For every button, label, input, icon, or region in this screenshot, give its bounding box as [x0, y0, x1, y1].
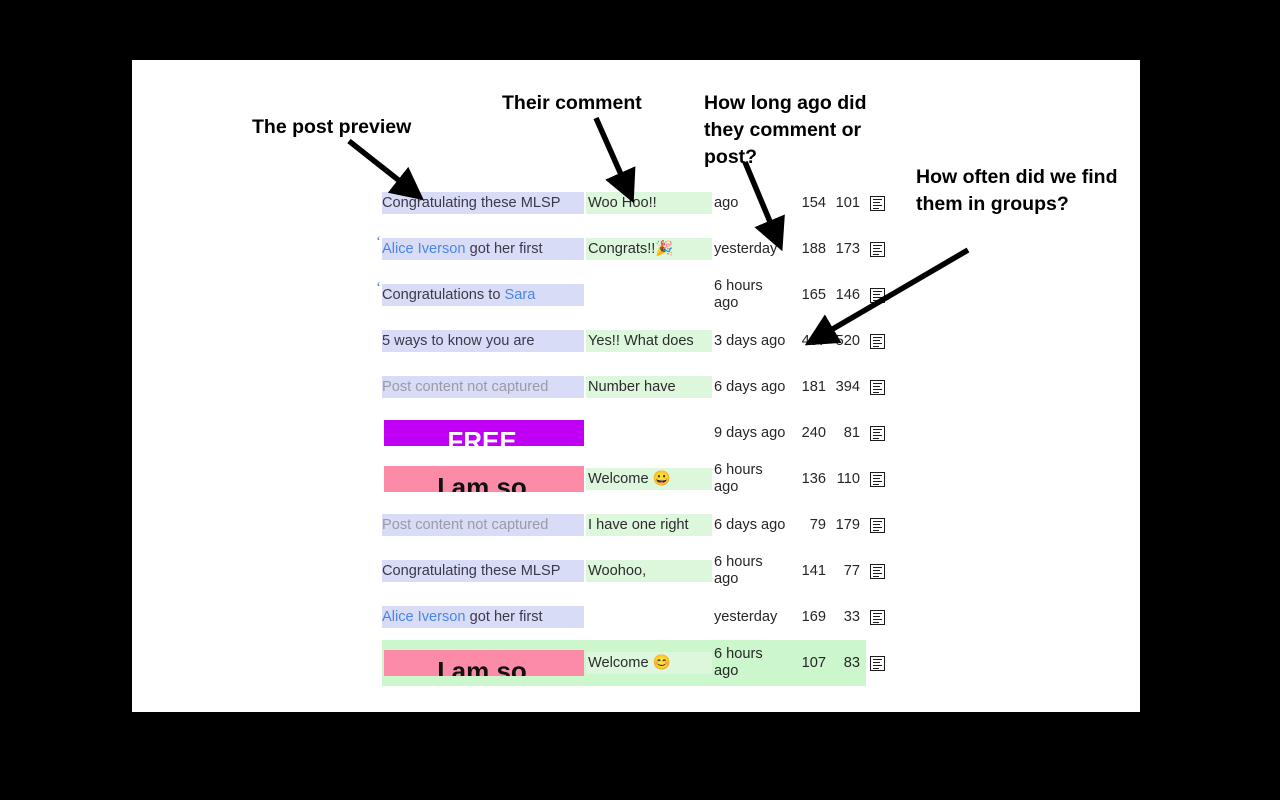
comment-cell[interactable]: [586, 284, 712, 306]
document-list-icon[interactable]: [870, 287, 885, 303]
count-groups-cell: 173: [835, 241, 860, 257]
time-ago-cell: 3 days ago: [714, 332, 786, 349]
post-thumbnail-text: FREE: [447, 428, 517, 446]
comment-cell[interactable]: Woo Hoo!!: [586, 192, 712, 214]
row-marker: ‘: [376, 234, 381, 250]
time-ago-cell: 6 days ago: [714, 378, 786, 395]
count-groups-cell: 520: [835, 333, 860, 349]
document-list-icon[interactable]: [870, 517, 885, 533]
document-card: Congratulating these MLSP Woo Hoo!! ago 154…: [132, 60, 1140, 712]
person-name-link[interactable]: Alice Iverson: [382, 241, 466, 257]
count-groups-cell: 33: [843, 609, 860, 625]
row-marker: ‘: [376, 280, 381, 296]
document-list-icon[interactable]: [870, 379, 885, 395]
count-primary-cell: 107: [801, 655, 826, 671]
post-preview-cell[interactable]: Congratulating these MLSP: [382, 560, 584, 582]
count-groups-cell: 179: [835, 517, 860, 533]
table-row[interactable]: I am so Welcome 😊 6 hours ago 107 83: [382, 640, 885, 686]
count-primary-cell: 79: [809, 517, 826, 533]
count-primary-cell: 188: [801, 241, 826, 257]
time-ago-cell: 9 days ago: [714, 424, 786, 441]
document-list-icon[interactable]: [870, 333, 885, 349]
count-groups-cell: 394: [835, 379, 860, 395]
table-row[interactable]: Congratulating these MLSP Woohoo, 6 hours …: [382, 548, 885, 594]
table-row[interactable]: I am so Welcome 😀 6 hours ago 136 110: [382, 456, 885, 502]
post-preview-placeholder[interactable]: Post content not captured: [382, 514, 584, 536]
table-row[interactable]: FREE 9 days ago 240 81: [382, 410, 885, 456]
post-preview-cell[interactable]: FREE: [382, 420, 584, 446]
comment-cell[interactable]: Congrats!!🎉: [586, 238, 712, 260]
table-row[interactable]: Alice Iverson got her first yesterday 169 3…: [382, 594, 885, 640]
count-primary-cell: 165: [801, 287, 826, 303]
time-ago-cell: 6 hours ago: [714, 462, 763, 495]
count-primary-cell: 169: [801, 609, 826, 625]
time-ago-cell: 6 hours ago: [714, 554, 763, 587]
count-groups-cell: 81: [843, 425, 860, 441]
time-ago-cell: yesterday: [714, 608, 778, 625]
count-primary-cell: 154: [801, 195, 826, 211]
count-primary-cell: 181: [801, 379, 826, 395]
comment-cell[interactable]: Yes!! What does: [586, 330, 712, 352]
results-table[interactable]: Congratulating these MLSP Woo Hoo!! ago 154…: [376, 180, 885, 686]
post-thumbnail-text: I am so: [437, 474, 527, 492]
count-groups-cell: 77: [843, 563, 860, 579]
table-row[interactable]: Post content not captured I have one righ…: [382, 502, 885, 548]
table-row[interactable]: ‘Alice Iverson got her first Congrats!!🎉 y…: [376, 226, 885, 272]
document-list-icon[interactable]: [870, 563, 885, 579]
annotation-their-comment: Their comment: [502, 92, 642, 114]
comment-cell[interactable]: Woohoo,: [586, 560, 712, 582]
post-preview-cell[interactable]: I am so: [382, 650, 584, 676]
screenshot-root: Congratulating these MLSP Woo Hoo!! ago 154…: [0, 0, 1280, 800]
count-groups-cell: 110: [836, 471, 860, 487]
annotation-how-often: How often did we find them in groups?: [916, 166, 1118, 215]
count-primary-cell: 136: [801, 471, 826, 487]
time-ago-cell: ago: [714, 194, 739, 211]
document-list-icon[interactable]: [870, 609, 885, 625]
post-preview-text: Congratulations to: [382, 287, 505, 303]
count-groups-cell: 146: [835, 287, 860, 303]
post-preview-text: got her first: [465, 609, 543, 625]
comment-cell[interactable]: [586, 422, 712, 444]
count-primary-cell: 240: [801, 425, 826, 441]
annotation-how-long-ago: How long ago did they comment or post?: [704, 92, 867, 168]
post-preview-cell[interactable]: 5 ways to know you are: [382, 330, 584, 352]
document-list-icon[interactable]: [870, 655, 885, 671]
count-primary-cell: 141: [801, 563, 826, 579]
comment-cell[interactable]: Number have: [586, 376, 712, 398]
document-list-icon[interactable]: [870, 471, 885, 487]
count-primary-cell: 407: [801, 333, 826, 349]
post-thumbnail-text: I am so: [437, 658, 527, 676]
table-row[interactable]: Post content not captured Number have 6 da…: [382, 364, 885, 410]
person-name-link[interactable]: Sara: [505, 287, 536, 303]
post-preview-placeholder[interactable]: Post content not captured: [382, 376, 584, 398]
table-row[interactable]: ‘Congratulations to Sara 6 hours ago 165 14…: [376, 272, 885, 318]
annotation-post-preview: The post preview: [252, 116, 412, 138]
post-preview-cell[interactable]: Congratulations to Sara: [382, 284, 584, 306]
comment-cell[interactable]: I have one right: [586, 514, 712, 536]
count-groups-cell: 101: [835, 195, 860, 211]
comment-cell[interactable]: Welcome 😊: [586, 652, 712, 674]
time-ago-cell: 6 hours ago: [714, 278, 763, 311]
document-list-icon[interactable]: [870, 195, 885, 211]
post-preview-cell[interactable]: Congratulating these MLSP: [382, 192, 584, 214]
document-list-icon[interactable]: [870, 241, 885, 257]
comment-cell[interactable]: Welcome 😀: [586, 468, 712, 490]
document-list-icon[interactable]: [870, 425, 885, 441]
post-preview-cell[interactable]: Alice Iverson got her first: [382, 606, 584, 628]
person-name-link[interactable]: Alice Iverson: [382, 609, 466, 625]
post-preview-text: got her first: [465, 241, 543, 257]
count-groups-cell: 83: [843, 655, 860, 671]
table-row[interactable]: 5 ways to know you are Yes!! What does 3 d…: [382, 318, 885, 364]
time-ago-cell: 6 hours ago: [714, 646, 763, 679]
time-ago-cell: yesterday: [714, 240, 778, 257]
table-row[interactable]: Congratulating these MLSP Woo Hoo!! ago 154…: [382, 180, 885, 226]
time-ago-cell: 6 days ago: [714, 516, 786, 533]
post-preview-cell[interactable]: I am so: [382, 466, 584, 492]
comment-cell[interactable]: [586, 606, 712, 628]
post-preview-cell[interactable]: Alice Iverson got her first: [382, 238, 584, 260]
